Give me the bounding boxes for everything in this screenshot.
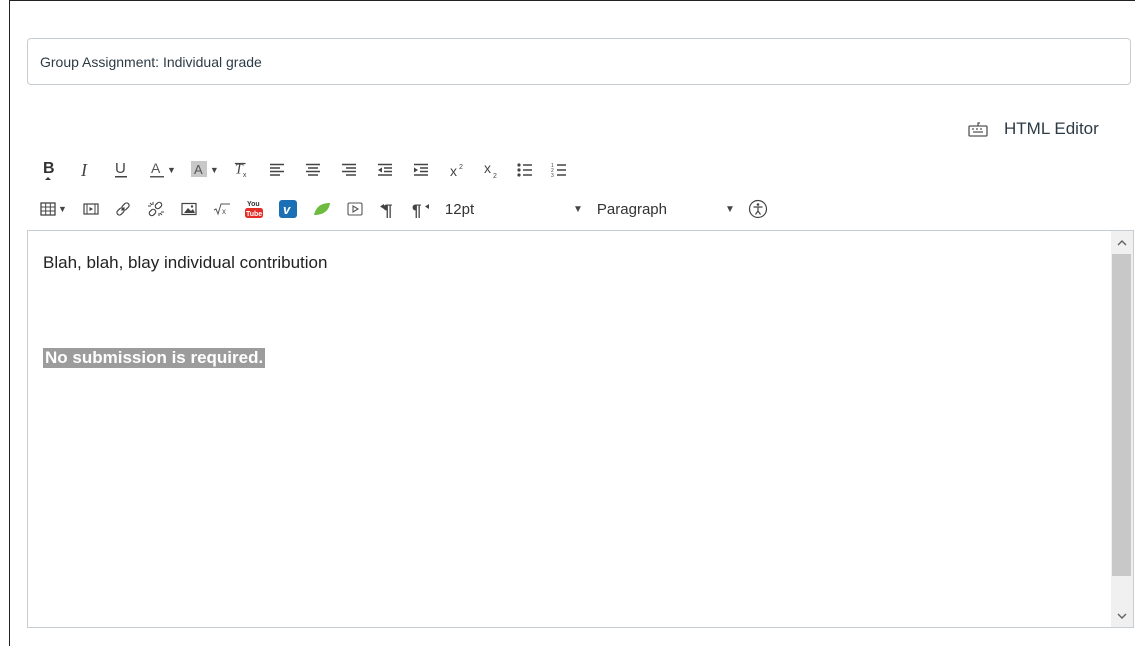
svg-text:2: 2 [493,173,497,179]
youtube-icon[interactable]: You Tube [244,196,263,222]
clear-formatting-icon[interactable]: Tx [234,157,250,183]
font-size-select[interactable]: 12pt ▼ [445,196,589,222]
outdent-icon[interactable] [377,157,393,183]
font-size-value: 12pt [444,200,475,218]
svg-text:x: x [222,207,226,216]
editor-paragraph[interactable]: Blah, blah, blay individual contribution [43,253,327,273]
text-color-icon[interactable]: A ▼ [149,157,176,183]
bold-icon[interactable]: B [40,157,57,183]
accessibility-icon[interactable] [747,196,769,222]
rich-content-editor[interactable] [27,230,1134,628]
editor-scrollbar-thumb[interactable] [1112,254,1131,576]
svg-text:3: 3 [551,173,554,179]
formatting-toolbar: B I U A ▼ A ▼ Tx x2 x2 123 [40,157,567,183]
svg-text:U: U [115,160,126,177]
numbered-list-icon[interactable]: 123 [551,157,567,183]
svg-text:x: x [243,171,247,179]
equation-icon[interactable]: x [213,196,231,222]
html-editor-link[interactable]: HTML Editor [968,117,1099,141]
editor-highlighted-paragraph[interactable]: No submission is required. [43,348,266,368]
svg-text:A: A [151,160,161,176]
svg-text:I: I [80,161,88,179]
scroll-down-icon[interactable] [1111,605,1133,627]
embed-media-icon[interactable] [347,196,363,222]
svg-text:x: x [484,161,491,176]
scroll-up-icon[interactable] [1111,232,1133,254]
link-icon[interactable] [115,196,131,222]
insert-toolbar: ▼ x You Tube v ¶ ¶ 12pt ▼ Paragraph ▼ [40,196,769,222]
svg-text:A: A [194,162,203,177]
table-icon[interactable]: ▼ [40,196,67,222]
align-right-icon[interactable] [341,157,357,183]
bullet-list-icon[interactable] [517,157,533,183]
assignment-title-input[interactable] [27,38,1131,85]
subscript-icon[interactable]: x2 [483,157,499,183]
align-center-icon[interactable] [305,157,321,183]
chevron-down-icon: ▼ [573,203,583,215]
indent-icon[interactable] [413,157,429,183]
vimeo-icon[interactable]: v [278,196,297,222]
image-icon[interactable] [181,196,197,222]
svg-text:v: v [283,202,291,217]
ltr-icon[interactable]: ¶ [379,196,395,222]
svg-text:B: B [43,160,55,177]
chevron-down-icon: ▼ [209,165,219,175]
svg-text:x: x [450,163,457,178]
svg-text:Tube: Tube [246,211,262,218]
background-color-icon[interactable]: A ▼ [190,157,219,183]
chevron-down-icon: ▼ [167,165,176,175]
svg-text:You: You [247,201,260,208]
svg-text:¶: ¶ [412,201,421,218]
media-icon[interactable] [83,196,99,222]
unlink-icon[interactable] [147,196,165,222]
underline-icon[interactable]: U [114,157,128,183]
chevron-down-icon: ▼ [725,203,735,215]
italic-icon[interactable]: I [78,157,92,183]
leaf-icon[interactable] [313,196,331,222]
svg-text:2: 2 [459,164,463,171]
align-left-icon[interactable] [269,157,285,183]
svg-text:¶: ¶ [383,201,392,218]
chevron-down-icon: ▼ [58,204,67,214]
block-format-value: Paragraph [596,200,667,218]
keyboard-icon [968,121,988,137]
rtl-icon[interactable]: ¶ [411,196,431,222]
superscript-icon[interactable]: x2 [449,157,465,183]
block-format-select[interactable]: Paragraph ▼ [589,196,747,222]
html-editor-label: HTML Editor [1004,119,1099,138]
